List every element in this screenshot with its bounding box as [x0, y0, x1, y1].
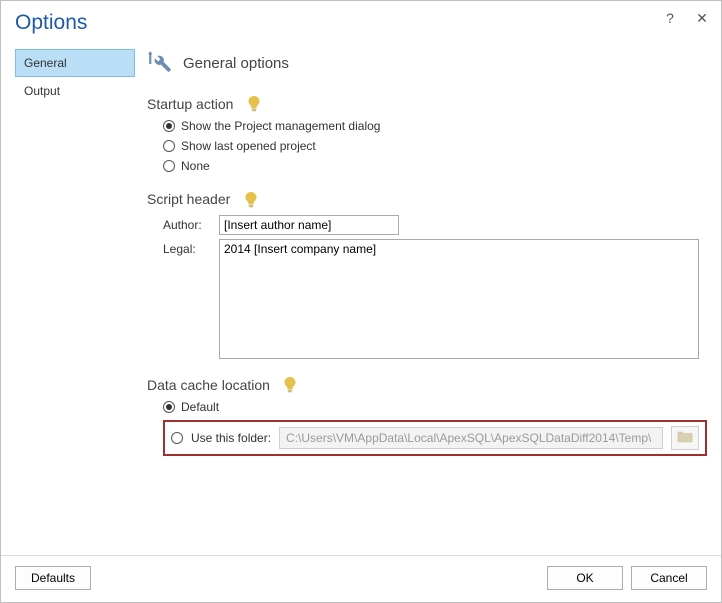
options-dialog: Options ? ✕ General Output	[0, 0, 722, 603]
dialog-footer: Defaults OK Cancel	[1, 555, 721, 602]
cancel-button[interactable]: Cancel	[631, 566, 707, 590]
author-label: Author:	[163, 215, 211, 232]
legal-textarea[interactable]	[219, 239, 699, 359]
footer-right: OK Cancel	[547, 566, 707, 590]
radio-cache-default[interactable]: Default	[163, 400, 703, 414]
radio-icon	[163, 401, 175, 413]
browse-folder-button[interactable]	[671, 426, 699, 450]
section-title: Data cache location	[147, 377, 270, 393]
folder-icon	[677, 429, 693, 446]
defaults-button[interactable]: Defaults	[15, 566, 91, 590]
section-cache-header: Data cache location	[147, 377, 703, 396]
radio-label: Show the Project management dialog	[181, 119, 380, 133]
script-header-fields: Author: Legal:	[147, 215, 703, 359]
section-title: Script header	[147, 191, 230, 207]
dialog-title: Options	[15, 11, 87, 35]
page-heading: General options	[183, 55, 289, 72]
radio-icon	[163, 120, 175, 132]
titlebar-buttons: ? ✕	[661, 7, 711, 27]
section-startup-header: Startup action	[147, 96, 703, 115]
radio-none[interactable]: None	[163, 159, 703, 173]
page-heading-row: General options	[147, 49, 703, 78]
section-title: Startup action	[147, 96, 233, 112]
radio-label: Show last opened project	[181, 139, 316, 153]
titlebar: Options ? ✕	[1, 1, 721, 45]
radio-label: None	[181, 159, 210, 173]
close-icon[interactable]: ✕	[693, 9, 711, 27]
radio-label: Default	[181, 400, 219, 414]
startup-options: Show the Project management dialog Show …	[147, 119, 703, 173]
use-folder-row: Use this folder:	[163, 420, 707, 456]
hint-bulb-icon[interactable]	[244, 192, 258, 211]
sidebar-item-label: Output	[24, 84, 60, 98]
ok-button[interactable]: OK	[547, 566, 623, 590]
cache-options: Default Use this folder:	[147, 400, 703, 456]
radio-icon	[163, 160, 175, 172]
sidebar-item-label: General	[24, 56, 67, 70]
legal-label: Legal:	[163, 239, 211, 256]
radio-cache-use-folder[interactable]	[171, 432, 183, 444]
sidebar-item-output[interactable]: Output	[15, 77, 135, 105]
radio-show-last-project[interactable]: Show last opened project	[163, 139, 703, 153]
legal-row: Legal:	[163, 239, 703, 359]
sidebar: General Output	[15, 49, 135, 555]
content-pane: General options Startup action Show the …	[147, 49, 707, 555]
cache-path-input	[279, 427, 663, 449]
radio-show-project-dialog[interactable]: Show the Project management dialog	[163, 119, 703, 133]
author-input[interactable]	[219, 215, 399, 235]
wrench-icon	[147, 49, 173, 78]
hint-bulb-icon[interactable]	[283, 377, 297, 396]
help-icon[interactable]: ?	[661, 9, 679, 27]
sidebar-item-general[interactable]: General	[15, 49, 135, 77]
author-row: Author:	[163, 215, 703, 235]
radio-icon	[163, 140, 175, 152]
dialog-body: General Output General options Star	[1, 45, 721, 555]
section-script-header: Script header	[147, 191, 703, 210]
radio-label: Use this folder:	[191, 431, 271, 445]
hint-bulb-icon[interactable]	[247, 96, 261, 115]
